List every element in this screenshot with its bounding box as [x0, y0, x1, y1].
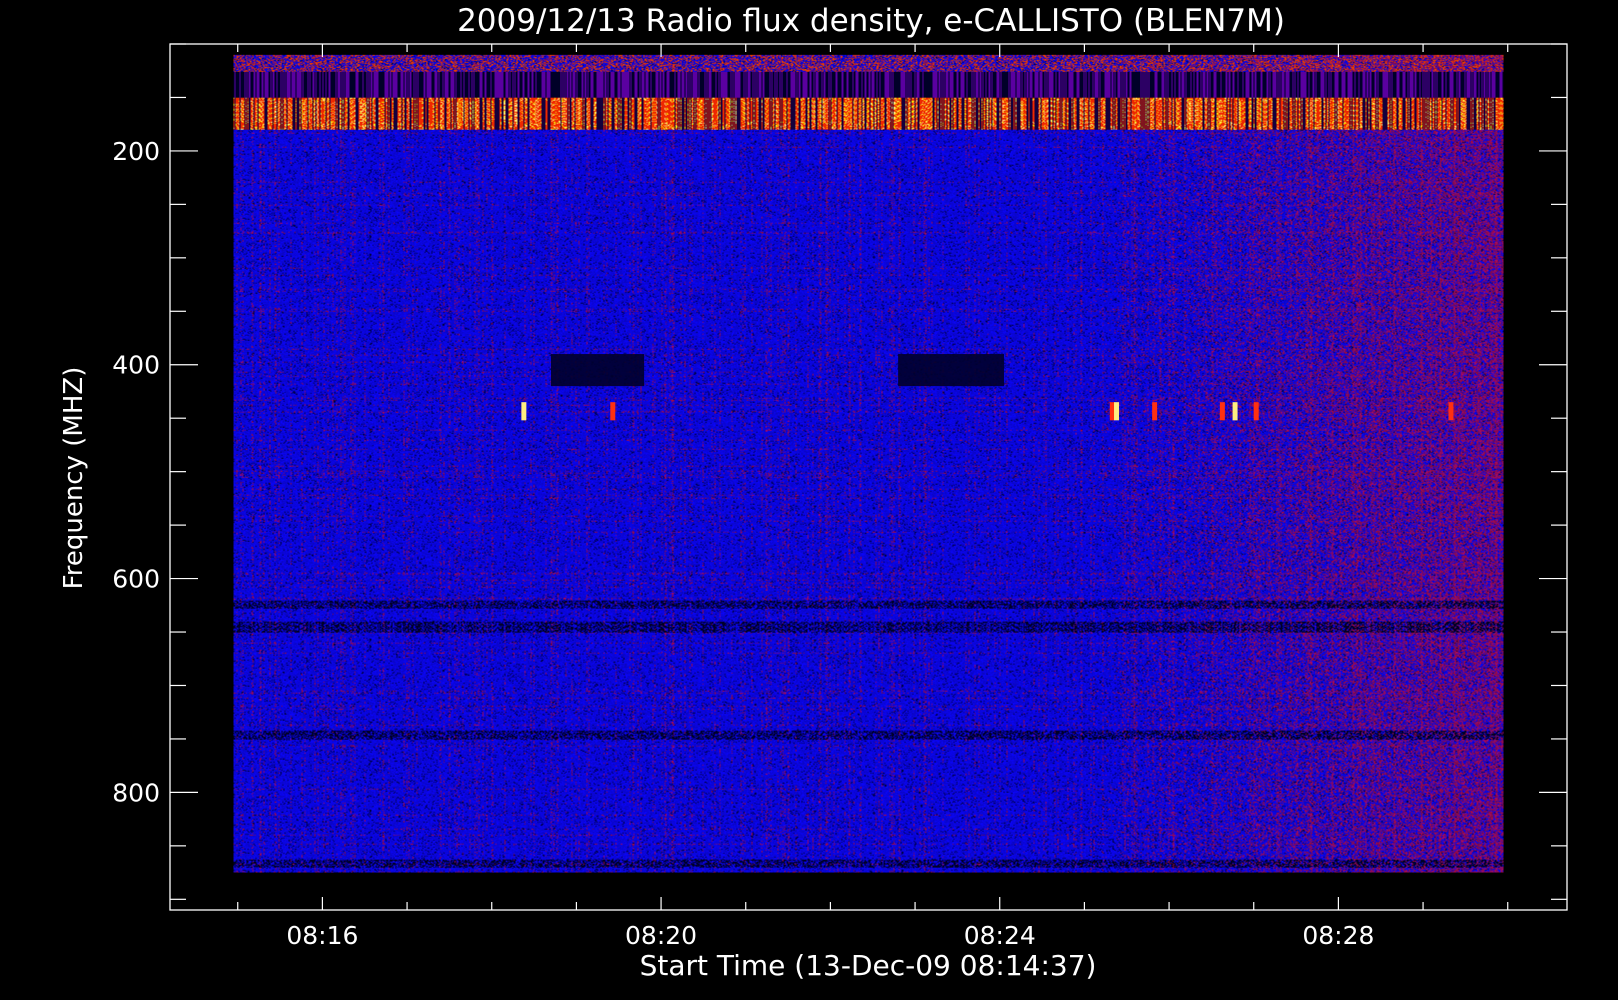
emission-spot [1152, 402, 1158, 421]
emission-spot [1448, 402, 1454, 421]
emission-spot [610, 402, 616, 421]
absorption-block-2 [898, 354, 1004, 387]
heatmap-raster [233, 54, 1504, 873]
x-tick-label: 08:24 [964, 921, 1036, 950]
x-tick-label: 08:20 [625, 921, 697, 950]
x-axis-label: Start Time (13-Dec-09 08:14:37) [640, 949, 1097, 982]
emission-spot [1253, 402, 1259, 421]
x-tick-label: 08:16 [286, 921, 358, 950]
y-tick-label: 800 [112, 778, 160, 807]
chart-title: 2009/12/13 Radio flux density, e-CALLIST… [457, 3, 1285, 39]
emission-spot [521, 402, 527, 421]
y-tick-label: 200 [112, 137, 160, 166]
emission-spot [1232, 402, 1238, 421]
y-tick-label: 600 [112, 565, 160, 594]
heatmap-layer [233, 54, 1504, 873]
y-axis-label: Frequency (MHZ) [59, 367, 89, 590]
y-tick-label: 400 [112, 351, 160, 380]
emission-spot [1219, 402, 1225, 421]
emission-spot [1114, 402, 1120, 421]
absorption-block-1 [551, 354, 645, 387]
spectrogram-chart: 2009/12/13 Radio flux density, e-CALLIST… [59, 3, 1568, 982]
x-tick-label: 08:28 [1302, 921, 1374, 950]
